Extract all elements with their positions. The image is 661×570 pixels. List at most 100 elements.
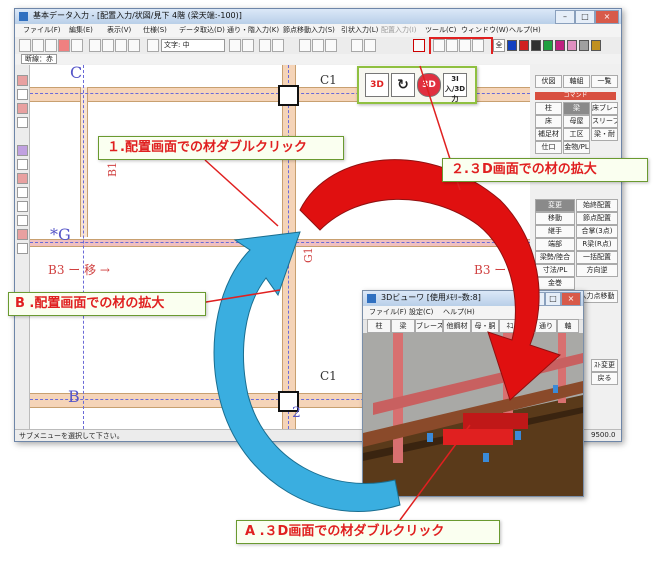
cmd-aux[interactable]: 補足材 bbox=[535, 128, 562, 141]
cmd-purlin[interactable]: 母屋 bbox=[563, 115, 590, 128]
3d-monitor-icon-zoom[interactable]: 3D bbox=[365, 73, 389, 97]
menu-place[interactable]: 配置入力(I) bbox=[381, 25, 417, 35]
tool-5-icon[interactable] bbox=[17, 145, 28, 156]
cmd-zone[interactable]: 工区 bbox=[563, 128, 590, 141]
menu-draw[interactable]: 引状入力(L) bbox=[341, 25, 378, 35]
save-icon[interactable] bbox=[19, 39, 31, 52]
menu-edit[interactable]: 編集(E) bbox=[69, 25, 93, 35]
color-swatch-green[interactable] bbox=[543, 40, 553, 51]
font-size-select[interactable]: 文字: 中 bbox=[161, 39, 225, 52]
selected-beam-top[interactable] bbox=[463, 413, 528, 429]
redo-icon[interactable] bbox=[45, 39, 57, 52]
grid-icon[interactable] bbox=[89, 39, 101, 52]
trim-icon[interactable] bbox=[351, 39, 363, 52]
undo-icon[interactable] bbox=[32, 39, 44, 52]
cmd-st-change[interactable]: ｽﾄ変更 bbox=[591, 359, 618, 372]
tab-list[interactable]: 一覧 bbox=[591, 75, 618, 88]
cmd-beam-resist[interactable]: 梁・耐 bbox=[591, 128, 618, 141]
tool-4-icon[interactable] bbox=[17, 117, 28, 128]
3d-monitor-icon[interactable] bbox=[433, 39, 445, 52]
cmd-slope[interactable]: 梁勢/陸合 bbox=[535, 251, 575, 264]
tool-12-icon[interactable] bbox=[17, 243, 28, 254]
3d-rotate-icon[interactable] bbox=[446, 39, 458, 52]
viewer-tab-axis-line[interactable]: 通り bbox=[535, 319, 557, 333]
diag-icon[interactable] bbox=[325, 39, 337, 52]
menu-file[interactable]: ファイル(F) bbox=[23, 25, 61, 35]
close-icon[interactable]: × bbox=[595, 10, 619, 24]
color-swatch-magenta[interactable] bbox=[555, 40, 565, 51]
menu-window[interactable]: ウィンドウ(W) bbox=[461, 25, 508, 35]
cmd-move[interactable]: 移動 bbox=[535, 212, 575, 225]
viewer-tab-neko[interactable]: ﾈｺ bbox=[499, 319, 521, 333]
selected-beam[interactable] bbox=[443, 429, 513, 445]
tab-plan[interactable]: 伏図 bbox=[535, 75, 562, 88]
tool-3-icon[interactable] bbox=[17, 103, 28, 114]
viewer-menu-settings[interactable]: 設定(C) bbox=[409, 307, 433, 317]
3d-input-icon-zoom[interactable]: 3I入/3D力 bbox=[443, 73, 467, 103]
3d-view-icon-zoom[interactable]: 3D bbox=[417, 73, 441, 97]
menu-view[interactable]: 表示(V) bbox=[107, 25, 131, 35]
viewer-menu-help[interactable]: ヘルプ(H) bbox=[443, 307, 475, 317]
menu-import[interactable]: データ取込(D) bbox=[179, 25, 225, 35]
beam-icon[interactable] bbox=[229, 39, 241, 52]
viewer-menu-file[interactable]: ファイル(F) bbox=[369, 307, 407, 317]
tab-elevation[interactable]: 軸組 bbox=[563, 75, 590, 88]
3d-rotate-icon-zoom[interactable]: ↻ bbox=[391, 73, 415, 97]
tool-11-icon[interactable] bbox=[17, 229, 28, 240]
cmd-splice[interactable]: 継手 bbox=[535, 225, 575, 238]
tool-9-icon[interactable] bbox=[17, 201, 28, 212]
3d-scene[interactable] bbox=[363, 333, 583, 496]
cmd-sleeve[interactable]: スリーブ bbox=[591, 115, 618, 128]
cmd-floor-brace[interactable]: 床ブレース bbox=[591, 102, 618, 115]
cmd-reverse[interactable]: 方向逆 bbox=[576, 264, 618, 277]
tool-10-icon[interactable] bbox=[17, 215, 28, 226]
cmd-start-end[interactable]: 始終配置 bbox=[576, 199, 618, 212]
viewer-tab-column[interactable]: 柱 bbox=[367, 319, 391, 333]
cmd-end[interactable]: 端部 bbox=[535, 238, 575, 251]
tool-6-icon[interactable] bbox=[17, 159, 28, 170]
cmd-r-beam[interactable]: R梁(R点) bbox=[576, 238, 618, 251]
cmd-floor[interactable]: 床 bbox=[535, 115, 562, 128]
cmd-hardware[interactable]: 金物/PL bbox=[563, 141, 590, 154]
column-top[interactable] bbox=[278, 85, 299, 106]
arch-icon[interactable] bbox=[242, 39, 254, 52]
tool-7-icon[interactable] bbox=[17, 173, 28, 184]
all-toggle[interactable]: 全 bbox=[493, 39, 505, 52]
record-icon[interactable] bbox=[58, 39, 70, 52]
cross-icon[interactable] bbox=[312, 39, 324, 52]
cmd-beam[interactable]: 梁 bbox=[563, 102, 590, 115]
back-button[interactable]: 戻る bbox=[591, 372, 618, 385]
tool-8-icon[interactable] bbox=[17, 187, 28, 198]
color-swatch-pink[interactable] bbox=[567, 40, 577, 51]
beam-middle[interactable] bbox=[30, 239, 530, 247]
viewer-tab-brace[interactable]: ブレース bbox=[415, 319, 443, 333]
fit-icon[interactable] bbox=[128, 39, 140, 52]
cmd-column[interactable]: 柱 bbox=[535, 102, 562, 115]
paint-icon[interactable] bbox=[71, 39, 83, 52]
viewer-tab-beam[interactable]: 梁 bbox=[391, 319, 415, 333]
cmd-node-place[interactable]: 節点配置 bbox=[576, 212, 618, 225]
viewer-close-icon[interactable]: × bbox=[561, 292, 581, 306]
menu-axis[interactable]: 通り・階入力(K) bbox=[227, 25, 279, 35]
menu-help[interactable]: ヘルプ(H) bbox=[509, 25, 541, 35]
beam-column-line-2[interactable] bbox=[282, 65, 296, 429]
cmd-hook[interactable]: 金巻 bbox=[535, 277, 575, 290]
menu-node[interactable]: 節点移動入力(S) bbox=[283, 25, 335, 35]
stop-icon[interactable] bbox=[413, 39, 425, 52]
viewer-maximize-icon[interactable]: □ bbox=[545, 292, 561, 306]
text-tool-icon[interactable] bbox=[147, 39, 159, 52]
color-swatch-gray[interactable] bbox=[579, 40, 589, 51]
menu-spec[interactable]: 仕様(S) bbox=[143, 25, 167, 35]
cmd-dimension[interactable]: 寸法/PL bbox=[535, 264, 575, 277]
viewer-tab-other-steel[interactable]: 他鋼材 bbox=[443, 319, 471, 333]
3d-input-icon[interactable] bbox=[472, 39, 484, 52]
viewer-tab-purlin[interactable]: 母・胴 bbox=[471, 319, 499, 333]
cmd-batch[interactable]: 一括配置 bbox=[576, 251, 618, 264]
cmd-gassho[interactable]: 合掌(3点) bbox=[576, 225, 618, 238]
maximize-icon[interactable]: □ bbox=[575, 10, 595, 24]
tool-2-icon[interactable] bbox=[17, 89, 28, 100]
pointer-icon[interactable] bbox=[272, 39, 284, 52]
viewer-minimize-icon[interactable]: – bbox=[529, 292, 545, 306]
menu-tool[interactable]: ツール(C) bbox=[425, 25, 456, 35]
minimize-icon[interactable]: – bbox=[555, 10, 575, 24]
